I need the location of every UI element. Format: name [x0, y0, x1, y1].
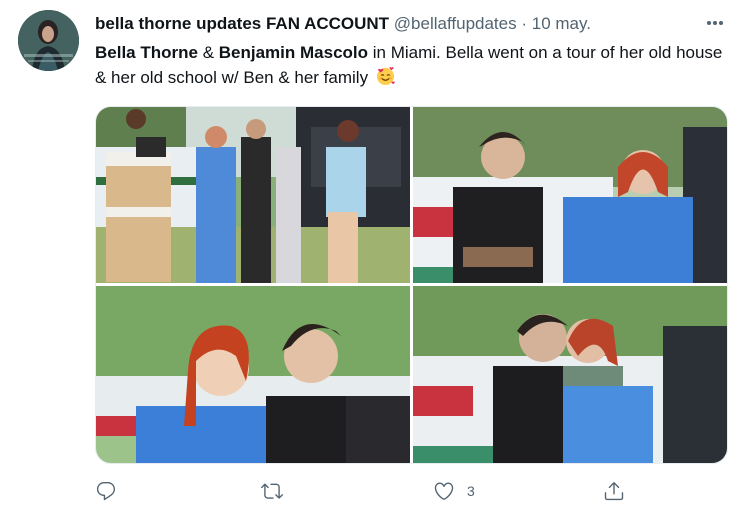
avatar[interactable] [18, 10, 79, 71]
media-photo-1[interactable] [96, 107, 410, 283]
tweet-date[interactable]: 10 may. [532, 14, 591, 33]
avatar-image [18, 10, 79, 71]
smiling-face-with-hearts-icon [376, 67, 395, 86]
mention-bella-thorne: Bella Thorne [95, 43, 198, 62]
tweet-header: bella thorne updates FAN ACCOUNT @bellaf… [95, 12, 695, 36]
author-handle[interactable]: @bellaffupdates [394, 14, 517, 33]
like-button[interactable]: 3 [433, 476, 475, 506]
text-fragment: & [197, 43, 219, 62]
mention-benjamin-mascolo: Benjamin Mascolo [218, 43, 369, 62]
share-button[interactable] [603, 476, 637, 506]
photo-icon [96, 107, 410, 283]
reply-icon [96, 482, 116, 501]
photo-icon [413, 286, 727, 463]
media-photo-4[interactable] [413, 286, 727, 463]
tweet-text: Bella Thorne & Benjamin Mascolo in Miami… [95, 40, 735, 90]
tweet-card[interactable]: bella thorne updates FAN ACCOUNT @bellaf… [0, 0, 751, 516]
like-count: 3 [467, 483, 475, 499]
media-photo-2[interactable] [413, 107, 727, 283]
media-grid [95, 106, 728, 464]
media-photo-3[interactable] [96, 286, 410, 463]
heart-icon [434, 482, 454, 500]
more-options-button[interactable] [700, 12, 730, 34]
retweet-button[interactable] [261, 476, 295, 506]
tweet-actions: 3 [95, 476, 655, 506]
share-icon [604, 482, 624, 501]
photo-icon [413, 107, 727, 283]
separator-dot: · [521, 14, 528, 33]
retweet-icon [261, 483, 283, 499]
photo-icon [96, 286, 410, 463]
reply-button[interactable] [95, 476, 129, 506]
more-icon [707, 21, 723, 25]
author-display-name[interactable]: bella thorne updates FAN ACCOUNT [95, 14, 389, 33]
